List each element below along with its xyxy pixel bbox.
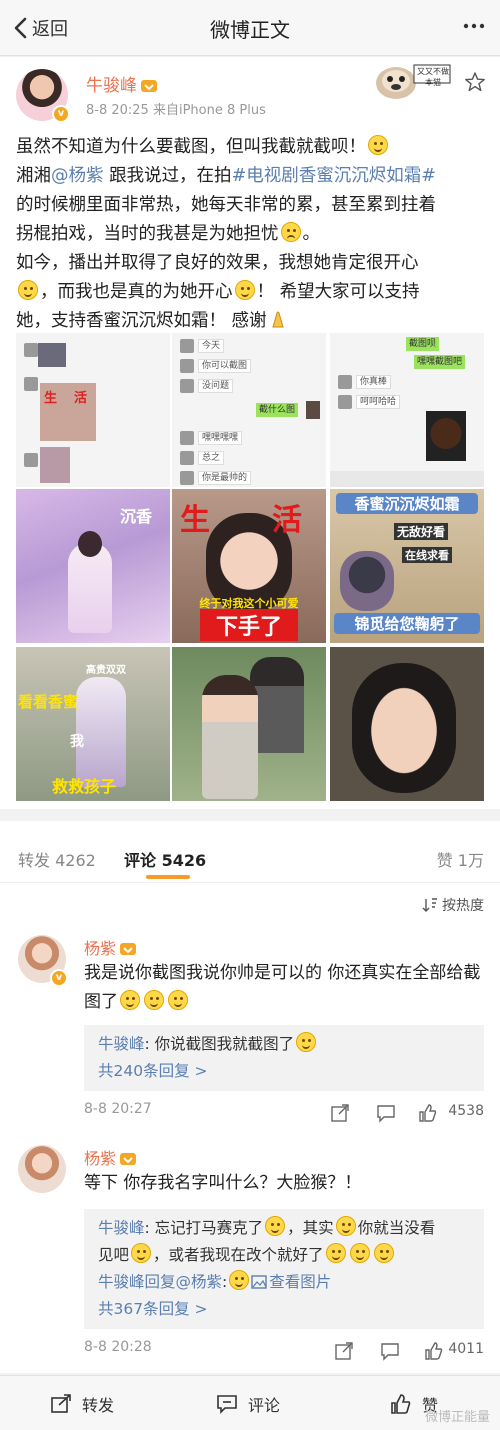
grin-emoji-icon (296, 1032, 317, 1052)
reply-author[interactable]: 牛骏峰 (98, 1035, 145, 1053)
hashtag-link[interactable]: #电视剧香蜜沉沉烬如霜# (232, 166, 436, 186)
share-icon[interactable] (334, 1341, 354, 1361)
smile-emoji-icon (120, 990, 140, 1010)
grin-emoji-icon (325, 1243, 346, 1263)
grin-emoji-icon (373, 1243, 394, 1263)
grin-emoji-icon (131, 1243, 152, 1263)
smile-emoji-icon (168, 990, 188, 1010)
smile-emoji-icon (144, 990, 164, 1010)
image-thumbnail-7[interactable]: 高贵双双 看看香蜜 我 救救孩子 (16, 647, 170, 801)
comment-text: 等下 你存我名字叫什么？大脸猴？！ (84, 1173, 362, 1193)
image-thumbnail-6[interactable]: 香蜜沉沉烬如霜 无敌好看 在线求看 锦觅给您鞠躬了 (330, 489, 484, 643)
post-meta: 8-8 20:25 来自iPhone 8 Plus (86, 103, 266, 118)
reply-author[interactable]: 牛骏峰回复@杨紫 (98, 1273, 222, 1291)
mention-link[interactable]: @杨紫 (51, 166, 104, 186)
comments-section: 按热度 v 杨紫 我是说你截图我说你帅是可以的 你还真实在全部给截图了 牛骏峰:… (0, 883, 500, 1373)
comment-text: 我是说你截图我说你帅是可以的 你还真实在全部给截图了 (84, 963, 481, 1012)
commenter-avatar[interactable] (18, 1145, 66, 1193)
verified-badge-icon: v (50, 969, 68, 987)
pray-emoji-icon (271, 311, 284, 328)
more-options-icon[interactable] (462, 14, 486, 38)
sticker-text: 又又不做本猫 (417, 67, 449, 87)
image-thumbnail-4[interactable]: 沉香 (16, 489, 170, 643)
commenter-name[interactable]: 杨紫 (84, 1145, 137, 1169)
page-title: 微博正文 (210, 18, 290, 42)
post-stats-tabs: 转发 4262 评论 5426 赞 1万 (0, 821, 500, 883)
repost-button[interactable]: 转发 (50, 1392, 114, 1416)
reply-preview[interactable]: 牛骏峰: 你说截图我就截图了 共240条回复 > (84, 1025, 484, 1091)
like-icon (391, 1394, 411, 1414)
image-thumbnail-1[interactable]: 生 活 (16, 333, 170, 487)
top-navigation-bar: 返回 微博正文 (0, 0, 500, 56)
grin-emoji-icon (349, 1243, 370, 1263)
reply-preview[interactable]: 牛骏峰: 忘记打马赛克了 ，其实 你就当没看 见吧 ，或者我现在改个就好了 牛骏峰回复… (84, 1209, 484, 1329)
sort-by-hot-button[interactable]: 按热度 (422, 895, 484, 915)
vip-crown-icon (120, 1153, 137, 1165)
smile-emoji-icon (368, 135, 388, 155)
grin-emoji-icon (265, 1216, 286, 1236)
like-count: 4011 (448, 1341, 484, 1357)
grin-emoji-icon (18, 280, 38, 300)
like-icon[interactable] (424, 1341, 444, 1361)
comment-time: 8-8 20:27 (84, 1101, 152, 1117)
tab-comments[interactable]: 评论 5426 (124, 847, 206, 871)
watermark: 微博正能量 (424, 1410, 490, 1425)
active-tab-indicator (146, 875, 190, 879)
image-thumbnail-3[interactable]: 截图呗 嘿嘿截图吧 你真棒 呵呵哈哈 (330, 333, 484, 487)
sort-icon (422, 898, 437, 912)
reply-icon[interactable] (380, 1341, 400, 1361)
image-thumbnail-9[interactable] (330, 647, 484, 801)
image-thumbnail-2[interactable]: 今天 你可以截图 没问题 截什么图 嘿嘿嘿嘿 总之 你是最帅的 (172, 333, 326, 487)
glasses-emoji-icon (229, 1270, 250, 1290)
view-replies-link[interactable]: 共367条回复 > (98, 1296, 470, 1323)
like-count: 4538 (448, 1103, 484, 1119)
grin-emoji-icon (234, 280, 255, 300)
grin-emoji-icon (335, 1216, 356, 1236)
image-link-icon (251, 1275, 267, 1289)
comment-footer: 8-8 20:28 4011 (84, 1339, 484, 1363)
image-thumbnail-8[interactable] (172, 647, 326, 801)
tab-likes[interactable]: 赞 1万 (437, 847, 484, 871)
favorite-star-icon[interactable] (464, 71, 486, 93)
comment-footer: 8-8 20:27 4538 (84, 1101, 484, 1125)
share-icon[interactable] (330, 1103, 350, 1123)
tab-reposts[interactable]: 转发 4262 (18, 847, 96, 871)
comment-icon (217, 1395, 237, 1414)
repost-icon (51, 1394, 71, 1413)
reply-author[interactable]: 牛骏峰 (98, 1219, 145, 1237)
bottom-action-bar: 转发 评论 赞 微博正能量 (0, 1375, 500, 1430)
post-body: 虽然不知道为什么要截图，但叫我截就截呗！ 湘湘@杨紫 跟我说过，在拍#电视剧香蜜… (16, 135, 436, 331)
vip-crown-icon (141, 80, 157, 92)
comment-time: 8-8 20:28 (84, 1339, 152, 1355)
verified-badge-icon: v (52, 105, 70, 123)
worried-emoji-icon (280, 222, 301, 242)
view-replies-link[interactable]: 共240条回复 > (98, 1058, 470, 1085)
image-thumbnail-5[interactable]: 生 活 终于对我这个小可爱 下手了 (172, 489, 326, 643)
weibo-post: v 牛骏峰 8-8 20:25 来自iPhone 8 Plus 又又不做本猫 虽… (0, 57, 500, 809)
comment-button[interactable]: 评论 (216, 1392, 280, 1416)
vip-crown-icon (120, 943, 137, 955)
commenter-name[interactable]: 杨紫 (84, 935, 137, 959)
view-image-link[interactable]: 查看图片 (269, 1273, 331, 1291)
author-name[interactable]: 牛骏峰 (86, 71, 158, 96)
reply-icon[interactable] (376, 1103, 396, 1123)
like-icon[interactable] (418, 1103, 438, 1123)
